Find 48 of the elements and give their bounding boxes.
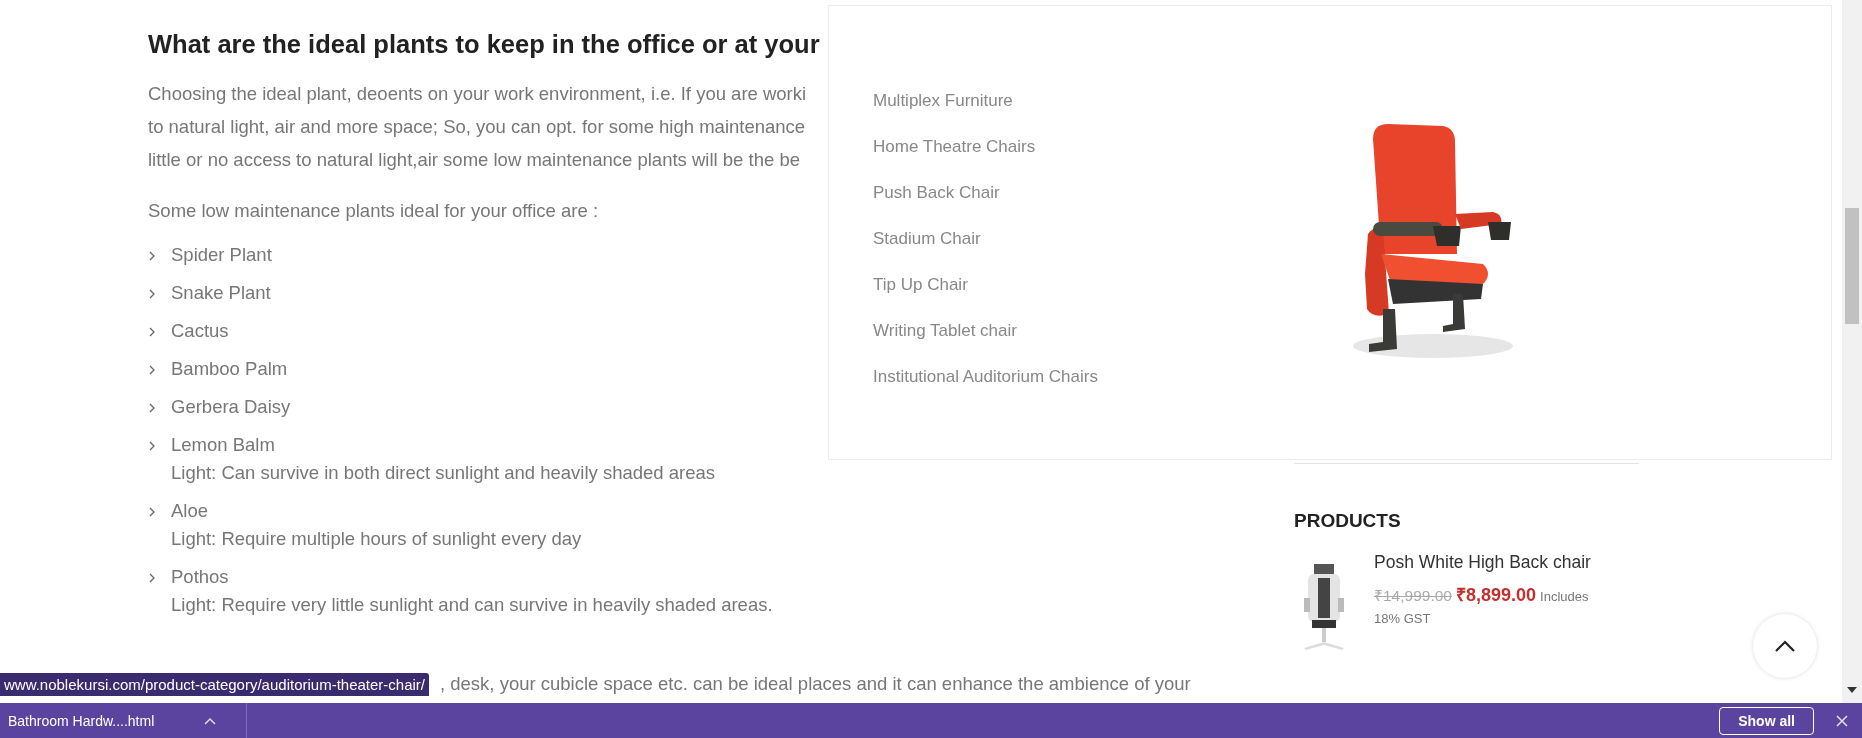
menu-item[interactable]: Multiplex Furniture [873,90,1333,112]
chevron-icon [148,326,156,338]
plant-note: Light: Require very little sunlight and can survive in heavily shaded areas. [171,594,773,616]
chevron-icon [148,250,156,262]
plant-name: Snake Plant [171,282,271,304]
download-item[interactable]: Bathroom Hardw....html [0,703,248,738]
caret-icon[interactable] [204,716,217,725]
chevron-icon [148,288,156,300]
paragraph-line: to natural light, air and more space; So, you can opt. for some high maintenance [148,115,806,139]
status-url: www.noblekursi.com/product-category/auditorium-theater-chair/ [0,673,429,696]
chevron-icon [148,440,156,452]
chevron-icon [148,364,156,376]
menu-item[interactable]: Institutional Auditorium Chairs [873,366,1333,388]
plant-name: Aloe [171,500,210,522]
close-icon[interactable] [1836,714,1848,727]
old-price: ₹14,999.00 [1374,587,1452,604]
menu-item[interactable]: Tip Up Chair [873,274,1333,296]
plant-note: Light: Can survive in both direct sunlight and heavily shaded areas [171,462,716,484]
plant-name: Cactus [171,320,229,342]
scrollbar-thumb[interactable] [1845,208,1859,324]
plant-note: Light: Require multiple hours of sunlight every day [171,528,582,550]
scrollbar[interactable] [1842,0,1862,703]
chevron-icon [148,402,156,414]
paragraph-line: Choosing the ideal plant, deoents on your work environment, i.e. If you are worki [148,82,807,106]
plant-name: Spider Plant [171,244,272,266]
scroll-down-icon[interactable] [1847,687,1857,693]
sale-price: ₹8,899.00 [1455,585,1537,605]
tax-note: 18% GST [1374,611,1432,626]
chevron-icon [148,506,156,518]
menu-item[interactable]: Home Theatre Chairs [873,136,1333,158]
intro-text: Some low maintenance plants ideal for your office are : [148,200,600,222]
menu-item[interactable]: Stadium Chair [873,228,1333,250]
menu-item[interactable]: Push Back Chair [873,182,1333,204]
tax-note: Includes [1540,589,1589,604]
plant-name: Bamboo Palm [171,358,288,380]
plant-name: Pothos [171,566,230,588]
sidebar-title: PRODUCTS [1294,510,1402,532]
plant-name: Lemon Balm [171,434,276,456]
show-all-button[interactable]: Show all [1719,706,1814,735]
paragraph-line: little or no access to natural light,air some low maintenance plants will be the be [148,148,800,172]
plant-name: Gerbera Daisy [171,396,291,418]
paragraph-line: , desk, your cubicle space etc. can be ideal places and it can enhance the ambience of your [440,672,1191,696]
chevron-up-icon [1774,639,1796,653]
product-link[interactable]: Posh White High Back chair [1374,552,1624,573]
chevron-icon [148,572,156,584]
file-name: Bathroom Hardw....html [8,712,155,729]
menu-item[interactable]: Writing Tablet chair [873,320,1333,342]
article-heading: What are the ideal plants to keep in the office or at your [148,30,820,59]
